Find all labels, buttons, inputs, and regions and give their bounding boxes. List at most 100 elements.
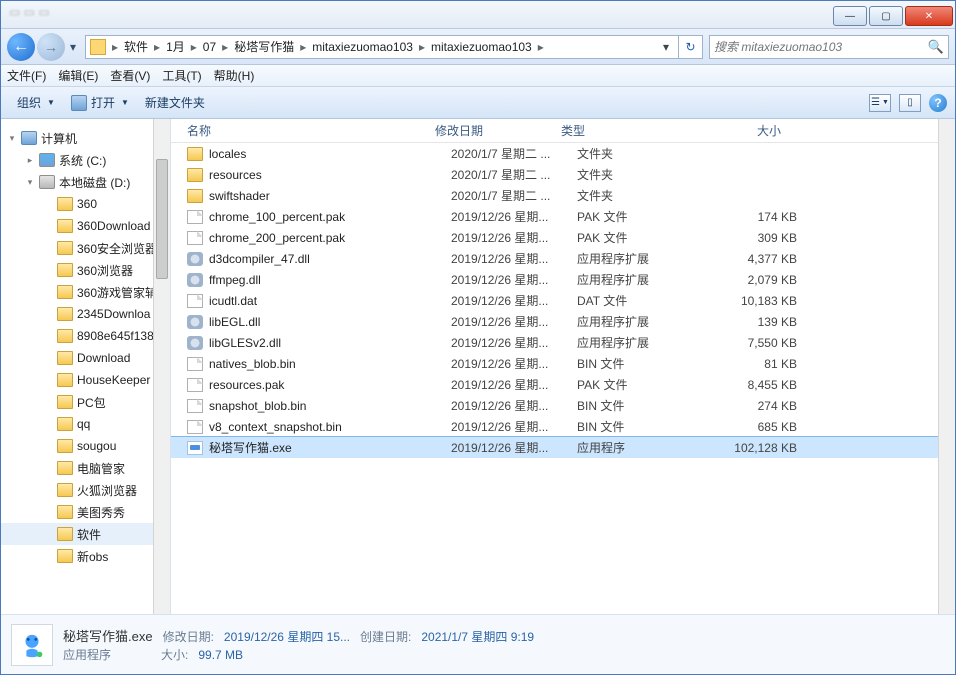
file-size: 2,079 KB xyxy=(703,273,813,287)
close-button[interactable]: ✕ xyxy=(905,6,953,26)
expand-icon[interactable]: ▸ xyxy=(25,155,35,166)
tree-item[interactable]: HouseKeeper xyxy=(1,369,170,391)
file-type: 文件夹 xyxy=(577,166,703,183)
file-name: snapshot_blob.bin xyxy=(209,399,451,413)
details-type: 应用程序 xyxy=(63,646,111,663)
tree-item[interactable]: 新obs xyxy=(1,545,170,567)
file-row[interactable]: icudtl.dat2019/12/26 星期...DAT 文件10,183 K… xyxy=(171,290,955,311)
breadcrumb-item[interactable]: mitaxiezuomao103 xyxy=(427,40,536,54)
menu-tools[interactable]: 工具(T) xyxy=(162,67,201,84)
file-type: DAT 文件 xyxy=(577,292,703,309)
tree-item[interactable]: 360Download xyxy=(1,215,170,237)
chevron-icon[interactable]: ▸ xyxy=(220,40,230,54)
search-box[interactable]: 🔍 xyxy=(709,35,949,59)
file-name: v8_context_snapshot.bin xyxy=(209,420,451,434)
file-row[interactable]: libGLESv2.dll2019/12/26 星期...应用程序扩展7,550… xyxy=(171,332,955,353)
file-type: 应用程序扩展 xyxy=(577,250,703,267)
tree-item[interactable]: 电脑管家 xyxy=(1,457,170,479)
address-bar[interactable]: ▸ 软件▸1月▸07▸秘塔写作猫▸mitaxiezuomao103▸mitaxi… xyxy=(85,35,679,59)
tree-item[interactable]: 8908e645f138 xyxy=(1,325,170,347)
file-row[interactable]: resources2020/1/7 星期二 ...文件夹 xyxy=(171,164,955,185)
search-icon[interactable]: 🔍 xyxy=(928,39,944,55)
folder-icon xyxy=(57,527,73,541)
breadcrumb-item[interactable]: mitaxiezuomao103 xyxy=(308,40,417,54)
tree-item[interactable]: 美图秀秀 xyxy=(1,501,170,523)
tree-item[interactable]: ▾本地磁盘 (D:) xyxy=(1,171,170,193)
menu-help[interactable]: 帮助(H) xyxy=(214,67,255,84)
list-scrollbar[interactable] xyxy=(938,119,955,614)
tree-item[interactable]: 360游戏管家辅 xyxy=(1,281,170,303)
file-row[interactable]: d3dcompiler_47.dll2019/12/26 星期...应用程序扩展… xyxy=(171,248,955,269)
file-row[interactable]: 秘塔写作猫.exe2019/12/26 星期...应用程序102,128 KB xyxy=(171,437,955,458)
preview-pane-button[interactable]: ▯ xyxy=(899,94,921,112)
tree-item[interactable]: ▾计算机 xyxy=(1,127,170,149)
history-dropdown[interactable]: ▾ xyxy=(67,40,79,54)
breadcrumb-item[interactable]: 1月 xyxy=(162,40,189,54)
gear-icon xyxy=(187,336,203,350)
file-row[interactable]: resources.pak2019/12/26 星期...PAK 文件8,455… xyxy=(171,374,955,395)
tree-item[interactable]: sougou xyxy=(1,435,170,457)
minimize-button[interactable]: — xyxy=(833,6,867,26)
column-name[interactable]: 名称 xyxy=(187,122,435,139)
file-row[interactable]: chrome_100_percent.pak2019/12/26 星期...PA… xyxy=(171,206,955,227)
search-input[interactable] xyxy=(714,40,928,54)
tree-item[interactable]: PC包 xyxy=(1,391,170,413)
tree-scrollbar[interactable] xyxy=(153,119,170,614)
help-button[interactable]: ? xyxy=(929,94,947,112)
tree-item[interactable]: 360 xyxy=(1,193,170,215)
file-row[interactable]: natives_blob.bin2019/12/26 星期...BIN 文件81… xyxy=(171,353,955,374)
address-dropdown[interactable]: ▾ xyxy=(658,40,674,54)
organize-button[interactable]: 组织▼ xyxy=(9,91,63,115)
file-date: 2019/12/26 星期... xyxy=(451,334,577,351)
scrollbar-thumb[interactable] xyxy=(156,159,168,279)
file-row[interactable]: libEGL.dll2019/12/26 星期...应用程序扩展139 KB xyxy=(171,311,955,332)
expand-icon[interactable]: ▾ xyxy=(7,133,17,144)
back-button[interactable]: ← xyxy=(7,33,35,61)
file-type: BIN 文件 xyxy=(577,355,703,372)
file-date: 2019/12/26 星期... xyxy=(451,292,577,309)
file-row[interactable]: swiftshader2020/1/7 星期二 ...文件夹 xyxy=(171,185,955,206)
new-folder-button[interactable]: 新建文件夹 xyxy=(137,91,213,115)
file-name: swiftshader xyxy=(209,189,451,203)
details-pane: 秘塔写作猫.exe 修改日期: 2019/12/26 星期四 15... 创建日… xyxy=(1,614,955,674)
menu-edit[interactable]: 编辑(E) xyxy=(58,67,98,84)
tree-item[interactable]: ▸系统 (C:) xyxy=(1,149,170,171)
column-date[interactable]: 修改日期 xyxy=(435,122,561,139)
file-date: 2019/12/26 星期... xyxy=(451,397,577,414)
chevron-icon[interactable]: ▸ xyxy=(536,40,546,54)
chevron-icon[interactable]: ▸ xyxy=(189,40,199,54)
maximize-button[interactable]: ▢ xyxy=(869,6,903,26)
view-mode-button[interactable]: ☰ ▼ xyxy=(869,94,891,112)
navigation-tree[interactable]: ▾计算机▸系统 (C:)▾本地磁盘 (D:)360360Download360安… xyxy=(1,119,171,614)
menu-view[interactable]: 查看(V) xyxy=(110,67,150,84)
file-row[interactable]: v8_context_snapshot.bin2019/12/26 星期...B… xyxy=(171,416,955,437)
column-size[interactable]: 大小 xyxy=(687,122,797,139)
file-row[interactable]: snapshot_blob.bin2019/12/26 星期...BIN 文件2… xyxy=(171,395,955,416)
menu-file[interactable]: 文件(F) xyxy=(7,67,46,84)
chevron-icon[interactable]: ▸ xyxy=(110,40,120,54)
file-name: d3dcompiler_47.dll xyxy=(209,252,451,266)
file-row[interactable]: locales2020/1/7 星期二 ...文件夹 xyxy=(171,143,955,164)
forward-button[interactable]: → xyxy=(37,33,65,61)
column-type[interactable]: 类型 xyxy=(561,122,687,139)
tree-item[interactable]: 2345Downloa xyxy=(1,303,170,325)
file-icon xyxy=(187,420,203,434)
breadcrumb-item[interactable]: 07 xyxy=(199,40,220,54)
file-row[interactable]: ffmpeg.dll2019/12/26 星期...应用程序扩展2,079 KB xyxy=(171,269,955,290)
tree-item[interactable]: 软件 xyxy=(1,523,170,545)
folder-icon xyxy=(187,147,203,161)
tree-item[interactable]: Download xyxy=(1,347,170,369)
breadcrumb-item[interactable]: 秘塔写作猫 xyxy=(230,40,298,54)
chevron-icon[interactable]: ▸ xyxy=(417,40,427,54)
refresh-button[interactable]: ↻ xyxy=(679,35,703,59)
chevron-icon[interactable]: ▸ xyxy=(152,40,162,54)
chevron-icon[interactable]: ▸ xyxy=(298,40,308,54)
tree-item[interactable]: 360浏览器 xyxy=(1,259,170,281)
file-row[interactable]: chrome_200_percent.pak2019/12/26 星期...PA… xyxy=(171,227,955,248)
tree-item[interactable]: qq xyxy=(1,413,170,435)
tree-item[interactable]: 360安全浏览器 xyxy=(1,237,170,259)
expand-icon[interactable]: ▾ xyxy=(25,177,35,188)
open-button[interactable]: 打开▼ xyxy=(63,91,137,115)
tree-item[interactable]: 火狐浏览器 xyxy=(1,479,170,501)
breadcrumb-item[interactable]: 软件 xyxy=(120,40,152,54)
